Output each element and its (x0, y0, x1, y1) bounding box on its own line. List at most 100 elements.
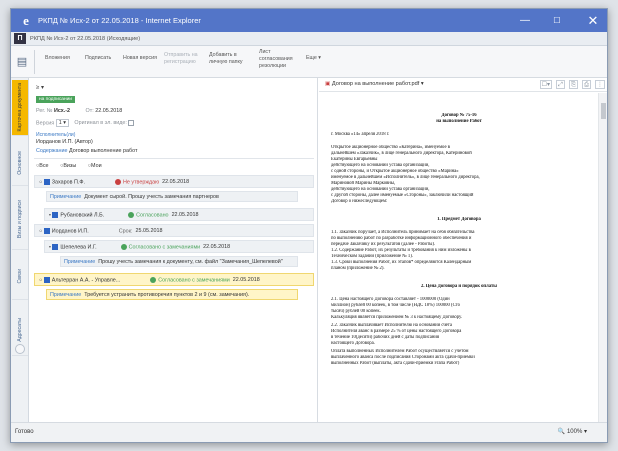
viewer-tools: ☐▾ ⤢ ⎘ ⎙ ⋮ (539, 80, 605, 89)
status-bar: Готово 🔍 100% ▾ (11, 422, 607, 442)
approval-row[interactable]: • Рубановский Л.Б. Согласовано 22.05.2018 (44, 208, 314, 221)
browser-window: e РКПД № Исх-2 от 22.05.2018 - Internet … (10, 8, 608, 443)
more-icon[interactable]: ⋮ (595, 80, 605, 89)
toolbar-button-6[interactable]: Еще ▾ (306, 55, 321, 62)
toolbar-button-2[interactable]: Новая версия (123, 55, 157, 62)
approval-line: ○ Захаров П.Ф. Не утверждаю 22.05.2018 (39, 179, 189, 185)
executor-label: Исполнитель(ли) (36, 132, 76, 138)
divider (34, 158, 314, 159)
approval-status: Согласовано с замечаниями (158, 277, 230, 284)
panel-toggle-icon[interactable]: ▤ (15, 54, 29, 70)
print-icon[interactable]: ⎙ (582, 80, 591, 89)
status-icon (128, 212, 135, 218)
sidebar-add-icon[interactable] (15, 344, 25, 354)
approval-line: • Рубановский Л.Б. Согласовано 22.05.2018 (49, 212, 199, 218)
approver-name[interactable]: Захаров П.Ф. (52, 179, 85, 185)
viewer-header: ▣ Договор на выполнение работ.pdf ▾ ☐▾ ⤢… (319, 78, 607, 92)
approval-date: 22.05.2018 (232, 277, 260, 284)
comment-text: Требуется устранить противоречия пунктов… (84, 292, 250, 298)
comment-text: Прошу учесть замечания к документу, см. … (98, 259, 283, 265)
approval-status: Срок: (118, 228, 133, 235)
pdf-text-line: Екатерины Евгарьевны (331, 157, 378, 162)
approval-comment: Примечание Требуется устранить противореч… (46, 289, 298, 300)
pdf-text-line: тысяч) рублей 00 копеек. (331, 309, 381, 314)
reg-number: Исх.-2 (53, 108, 71, 114)
status-text: Готово (15, 429, 34, 435)
pdf-text-line: 1.3. Сроки выполнения Работ, их этапов* … (331, 260, 472, 265)
app-logo-icon: П (14, 33, 26, 44)
sidebar-tab-1[interactable]: Основное (12, 140, 28, 186)
pdf-text-line: выплаченного аванса после подписания Сто… (331, 355, 475, 360)
maximize-button[interactable]: ☐ (543, 9, 571, 32)
toolbar-button-5[interactable]: Лист согласования резолюции (259, 49, 293, 70)
approval-line: ○ Альтерран А.А. - Управле... Согласовано… (39, 277, 260, 283)
collapse-toggle[interactable]: ≥ ▾ (36, 84, 44, 91)
approval-status: Согласовано (136, 212, 169, 219)
pdf-text-line: Калькуляция является приложением № 3 к н… (331, 315, 463, 320)
approver-name[interactable]: Иорданов И.П. (52, 228, 89, 234)
user-chip-icon (52, 212, 59, 218)
comment-line: Примечание Прошу учесть замечания к докум… (64, 259, 283, 265)
version-select[interactable]: 1 ▾ (55, 119, 69, 128)
filter-mine[interactable]: ○Мои (88, 163, 102, 169)
comment-label: Примечание (50, 194, 82, 200)
sidebar: Карточка документа Основное Визы и подписи… (11, 78, 29, 422)
status-badge: на подписании (36, 96, 75, 103)
sidebar-tab-label: Визы и подписи (17, 200, 23, 239)
copy-icon[interactable]: ⎘ (569, 80, 578, 89)
pdf-text-line: Открытое акционерное общество «Катерина»… (331, 145, 450, 150)
summary-row: Содержание Договор выполнение работ (36, 148, 138, 154)
approver-name[interactable]: Альтерран А.А. - Управле... (52, 277, 120, 283)
toolbar-button-4[interactable]: Добавить в личную папку (209, 52, 243, 66)
executor-value[interactable]: Иорданов И.П. (Автор) (36, 139, 93, 145)
user-chip-icon (43, 228, 50, 234)
original-checkbox[interactable] (128, 120, 135, 126)
filter-row: ○Все ○Визы ○Мои (36, 163, 102, 169)
approval-date: 22.05.2018 (171, 212, 199, 219)
sidebar-tab-label: Основное (17, 150, 23, 175)
comment-text: Документ сырой. Прошу учесть замечания п… (84, 194, 219, 200)
sidebar-tab-label: Связи (17, 269, 23, 284)
approval-date: 22.05.2018 (162, 179, 190, 186)
toolbar-separator (34, 50, 35, 74)
approval-row[interactable]: ○ Захаров П.Ф. Не утверждаю 22.05.2018 (34, 175, 314, 188)
pdf-text-line: 1.2. Содержание Работ, их результаты и т… (331, 248, 471, 253)
layout-menu-icon[interactable]: ☐▾ (539, 80, 552, 89)
approval-row[interactable]: ○ Альтерран А.А. - Управле... Согласовано… (34, 273, 314, 286)
document-title: РКПД № Исх-2 от 22.05.2018 (Исходящие) (30, 35, 141, 42)
status-icon (150, 277, 157, 283)
zoom-control[interactable]: 🔍 100% ▾ (558, 428, 587, 435)
approval-date: 22.05.2018 (203, 244, 231, 251)
toolbar-button-0[interactable]: Вложения (45, 55, 70, 62)
toolbar-button-3[interactable]: Отправить на регистрацию (164, 52, 198, 66)
filter-all[interactable]: ○Все (36, 163, 49, 169)
pdf-text-line: с другой стороны, далее именуемые «Сторо… (331, 193, 474, 198)
sidebar-tab-label: Карточка документа (17, 83, 23, 132)
viewer-scrollbar[interactable] (598, 93, 607, 422)
approval-line: ○ Иорданов И.П. Срок: 25.05.2018 (39, 228, 162, 234)
comment-label: Примечание (64, 259, 96, 265)
pdf-file-tab[interactable]: ▣ Договор на выполнение работ.pdf ▾ (325, 81, 424, 87)
sidebar-tab-0[interactable]: Карточка документа (12, 80, 28, 136)
pdf-text-line: миллион) рублей 00 копеек, в том числе (… (331, 303, 460, 308)
pdf-heading: Договор № 75-16 (441, 113, 477, 118)
filter-visas[interactable]: ○Визы (60, 163, 76, 169)
toolbar-button-1[interactable]: Подписать (85, 55, 111, 62)
pdf-text-line: именуемое в дальнейшем «Исполнитель», в … (331, 175, 480, 180)
pdf-text-line: в течение 10(десяти) рабочих дней с даты… (331, 335, 440, 340)
approval-row[interactable]: • Шепелева И.Г. Согласовано с замечаниями… (44, 240, 314, 253)
pdf-text-line: настоящего Договора. (331, 341, 375, 346)
user-chip-icon (43, 179, 50, 185)
sidebar-tab-2[interactable]: Визы и подписи (12, 190, 28, 250)
approver-name[interactable]: Шепелева И.Г. (60, 244, 96, 250)
sidebar-tab-3[interactable]: Связи (12, 254, 28, 300)
expand-icon[interactable]: ⤢ (556, 80, 565, 89)
close-button[interactable]: ✕ (579, 9, 607, 32)
minimize-button[interactable]: — (511, 9, 539, 32)
reg-date: 22.05.2018 (95, 108, 123, 114)
approval-row[interactable]: ○ Иорданов И.П. Срок: 25.05.2018 (34, 224, 314, 237)
scrollbar-thumb[interactable] (601, 103, 606, 119)
approver-name[interactable]: Рубановский Л.Б. (60, 212, 104, 218)
approval-comment: Примечание Прошу учесть замечания к докум… (60, 256, 298, 267)
pdf-text-line: планом (приложение № 2). (331, 266, 385, 271)
